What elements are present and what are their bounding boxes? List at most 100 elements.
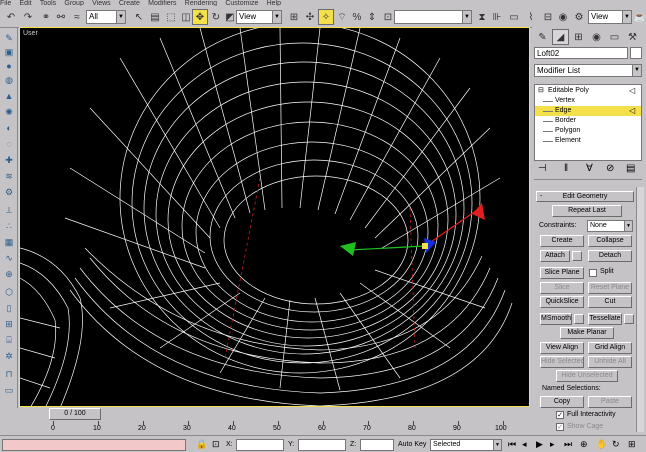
- named-selection-dropdown[interactable]: ▼: [394, 10, 472, 24]
- edit-geometry-rollout-header[interactable]: - Edit Geometry: [536, 191, 634, 202]
- split-checkbox[interactable]: [589, 269, 597, 277]
- selection-filter-dropdown[interactable]: All ▼: [86, 10, 126, 24]
- redo-icon[interactable]: ↷: [20, 9, 36, 25]
- mirror-icon[interactable]: ⧗: [474, 9, 490, 25]
- pyramid-icon[interactable]: ▲: [3, 90, 15, 102]
- compound-icon[interactable]: ⊕: [3, 268, 15, 280]
- slice-plane-button[interactable]: Slice Plane: [540, 267, 584, 279]
- helper-icon[interactable]: ✚: [3, 154, 15, 166]
- light-icon[interactable]: ✺: [3, 106, 15, 118]
- curve-editor-icon[interactable]: ⌇: [523, 9, 539, 25]
- angle-snap-icon[interactable]: ⌔: [334, 9, 350, 25]
- constraints-dropdown[interactable]: None ▼: [587, 220, 633, 232]
- play-icon[interactable]: ▶: [536, 439, 543, 450]
- layer-manager-icon[interactable]: ▭: [506, 9, 522, 25]
- create-tab-icon[interactable]: ✎: [534, 29, 551, 45]
- render-view-dropdown[interactable]: View ▼: [588, 10, 632, 24]
- maximize-viewport-icon[interactable]: ⊞: [628, 439, 636, 450]
- brush-icon[interactable]: ✎: [3, 32, 15, 44]
- pivot-icon[interactable]: ⊞: [286, 9, 302, 25]
- paste-button[interactable]: Paste: [588, 396, 632, 408]
- motion-tab-icon[interactable]: ◉: [588, 29, 605, 45]
- pin-stack-icon[interactable]: ⊣: [538, 163, 547, 174]
- view-align-button[interactable]: View Align: [540, 342, 584, 354]
- z-coordinate-field[interactable]: [360, 439, 394, 451]
- utilities-tab-icon[interactable]: ⚒: [624, 29, 641, 45]
- full-interactivity-checkbox[interactable]: ✓: [556, 411, 564, 419]
- hide-selected-button[interactable]: Hide Selected: [540, 356, 584, 368]
- align-icon[interactable]: ⊪: [489, 9, 505, 25]
- sphere-icon[interactable]: ●: [3, 60, 15, 72]
- snap-icon[interactable]: ✧: [318, 9, 334, 25]
- object-color-swatch[interactable]: [630, 47, 642, 59]
- stack-item-edge[interactable]: Edge ◁: [535, 106, 641, 116]
- y-coordinate-field[interactable]: [298, 439, 346, 451]
- panel-scrollbar[interactable]: [636, 187, 644, 432]
- schematic-view-icon[interactable]: ⊟: [540, 9, 556, 25]
- configure-sets-icon[interactable]: ▤: [626, 163, 635, 174]
- minus-icon[interactable]: ⊟: [538, 86, 544, 96]
- display-tab-icon[interactable]: ▭: [606, 29, 623, 45]
- time-slider-thumb[interactable]: 0 / 100: [49, 408, 101, 420]
- stack-item-vertex[interactable]: Vertex: [535, 96, 641, 106]
- zoom-icon[interactable]: ⊕: [580, 439, 588, 450]
- make-unique-icon[interactable]: ∀: [586, 163, 593, 174]
- absolute-mode-icon[interactable]: ⊡: [212, 439, 220, 450]
- create-button[interactable]: Create: [540, 235, 584, 247]
- link-icon[interactable]: ⚭: [38, 9, 54, 25]
- render-setup-icon[interactable]: ⚙: [571, 9, 587, 25]
- particle-icon[interactable]: ∴: [3, 220, 15, 232]
- make-planar-button[interactable]: Make Planar: [560, 327, 614, 339]
- percent-snap-icon[interactable]: %: [349, 9, 365, 25]
- cut-button[interactable]: Cut: [588, 296, 632, 308]
- move-icon[interactable]: ✥: [192, 9, 208, 25]
- hide-unselected-button[interactable]: Hide Unselected: [556, 370, 618, 382]
- msmooth-button[interactable]: MSmooth: [540, 313, 572, 325]
- object-name-field[interactable]: Loft02: [534, 47, 628, 59]
- unlink-icon[interactable]: ⚯: [53, 9, 69, 25]
- go-to-start-icon[interactable]: ⏮: [508, 439, 516, 450]
- perspective-viewport[interactable]: User: [19, 27, 530, 407]
- bone-icon[interactable]: ⟂: [3, 204, 15, 216]
- bind-icon[interactable]: ≈: [69, 9, 85, 25]
- modify-tab-icon[interactable]: ◢: [552, 29, 569, 45]
- railing-icon[interactable]: ⊓: [3, 368, 15, 380]
- tessellate-settings-button[interactable]: [624, 314, 634, 324]
- undo-icon[interactable]: ↶: [3, 9, 19, 25]
- orbit-icon[interactable]: ↻: [612, 439, 620, 450]
- select-by-name-icon[interactable]: ▤: [147, 9, 163, 25]
- attach-settings-button[interactable]: [572, 251, 582, 261]
- spinner-snap-icon[interactable]: ⇕: [364, 9, 380, 25]
- cube-icon[interactable]: ▣: [3, 46, 15, 58]
- pan-icon[interactable]: ✋: [596, 439, 607, 450]
- quickslice-button[interactable]: QuickSlice: [540, 296, 584, 308]
- nurbs-icon[interactable]: ∿: [3, 252, 15, 264]
- repeat-last-button[interactable]: Repeat Last: [552, 205, 622, 217]
- stack-item-element[interactable]: Element: [535, 136, 641, 146]
- reference-coord-dropdown[interactable]: View ▼: [236, 10, 282, 24]
- material-editor-icon[interactable]: ◉: [555, 9, 571, 25]
- door-icon[interactable]: ▯: [3, 302, 15, 314]
- previous-frame-icon[interactable]: ◂: [522, 439, 527, 450]
- quick-render-icon[interactable]: ☕: [632, 9, 646, 25]
- tessellate-button[interactable]: Tessellate: [588, 313, 622, 325]
- go-to-end-icon[interactable]: ⏭: [564, 439, 572, 450]
- cylinder-icon[interactable]: ◍: [3, 74, 15, 86]
- spacewarp-icon[interactable]: ≋: [3, 170, 15, 182]
- stack-item-border[interactable]: Border: [535, 116, 641, 126]
- shape-icon[interactable]: ◌: [3, 138, 15, 150]
- patch-icon[interactable]: ▦: [3, 236, 15, 248]
- collapse-button[interactable]: Collapse: [588, 235, 632, 247]
- grid-align-button[interactable]: Grid Align: [588, 342, 632, 354]
- reset-plane-button[interactable]: Reset Plane: [588, 282, 632, 294]
- window-icon[interactable]: ⊞: [3, 318, 15, 330]
- track-bar[interactable]: 0 10 20 30 40 50 60 70 80 90 100: [19, 421, 530, 435]
- region-select-icon[interactable]: ⬚: [163, 9, 179, 25]
- attach-button[interactable]: Attach: [540, 250, 570, 262]
- stack-item-editable-poly[interactable]: ⊟ Editable Poly ◁: [535, 86, 641, 96]
- hierarchy-tab-icon[interactable]: ⊞: [570, 29, 587, 45]
- remove-modifier-icon[interactable]: ⊘: [606, 163, 614, 174]
- x-coordinate-field[interactable]: [236, 439, 284, 451]
- maxscript-listener[interactable]: [2, 439, 186, 451]
- copy-button[interactable]: Copy: [540, 396, 584, 408]
